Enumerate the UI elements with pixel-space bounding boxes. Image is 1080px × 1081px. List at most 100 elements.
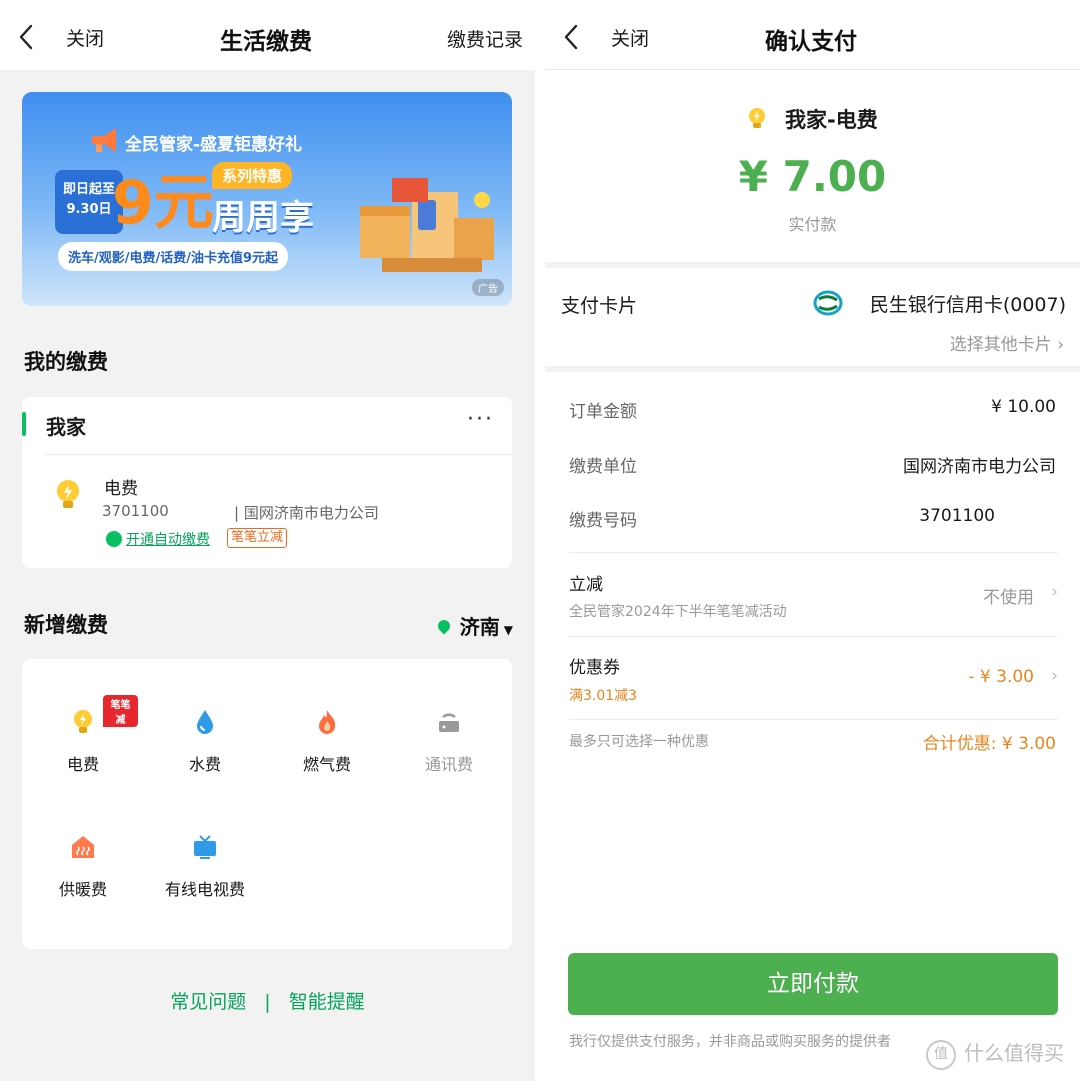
discount-value[interactable]: 不使用 [983,583,1034,608]
order-amount-value: ¥ 10.00 [991,397,1056,417]
promo-banner[interactable]: 全民管家-盛夏钜惠好礼 即日起至 9.30日 9元 系列特惠 周周享 洗车/观影… [22,92,512,306]
my-bills-title: 我的缴费 [24,350,108,374]
chevron-right-icon[interactable]: › [1051,582,1058,602]
coupon-value[interactable]: - ¥ 3.00 [968,667,1034,687]
enable-auto-pay-link[interactable]: 开通自动缴费 [106,529,210,549]
bill-type-label: 有线电视费 [164,880,245,899]
bill-type-gas[interactable]: 燃气费 [272,707,382,775]
payee-name: 我家-电费 [785,108,878,132]
more-options-button[interactable]: ··· [467,407,494,432]
bill-type-label: 供暖费 [58,880,107,899]
payment-disclaimer: 我行仅提供支付服务，并非商品或购买服务的提供者 [569,1034,891,1050]
city-selector[interactable]: 济南 ▼ [435,611,513,640]
bill-number: 3701100 [102,502,169,520]
bill-payment-panel: 关闭 生活缴费 缴费记录 全民管家-盛夏钜惠好礼 即日起至 9.30日 9元 系… [0,0,535,1081]
payment-number-label: 缴费号码 [569,511,637,531]
bill-company: | 国网济南市电力公司 [234,504,379,522]
smart-reminder-link[interactable]: 智能提醒 [289,991,365,1013]
bill-type-heating[interactable]: 供暖费 [28,832,138,900]
bill-type-telecom[interactable]: 通讯费 [394,707,504,775]
home-name: 我家 [46,415,86,439]
bill-type-label: 燃气费 [302,755,351,774]
chevron-right-icon[interactable]: › [1051,666,1058,686]
router-icon [439,713,459,732]
watermark: 值什么值得买 [926,1037,1064,1070]
bill-type-grid: 电费 笔笔减 水费 燃气费 通讯费 供暖费 有线电视费 [22,659,512,949]
promo-tag: 笔笔立减 [227,528,288,548]
discount-campaign: 全民管家2024年下半年笔笔减活动 [569,604,787,620]
bulb-icon [749,108,765,128]
minsheng-bank-logo-icon [813,290,843,316]
pay-now-button[interactable]: 立即付款 [568,953,1058,1015]
faq-link[interactable]: 常见问题 [170,991,246,1013]
bill-name: 电费 [104,479,138,499]
row-divider [569,552,1058,553]
bill-type-label: 电费 [66,755,99,774]
left-navbar: 关闭 生活缴费 缴费记录 [0,0,535,70]
payment-unit-value: 国网济南市电力公司 [903,457,1056,477]
payment-history-link[interactable]: 缴费记录 [447,25,523,52]
card-accent-bar [22,412,26,436]
flame-icon [319,710,336,734]
bill-type-label: 水费 [188,755,221,774]
coupon-condition: 满3.01减3 [569,688,638,704]
banner-subtitle: 洗车/观影/电费/话费/油卡充值9元起 [58,242,289,271]
payment-number-value: 3701100 [919,506,995,526]
choose-other-card-link[interactable]: 选择其他卡片 › [950,330,1064,355]
home-bill-card[interactable]: 我家 ··· 电费 3701100 | 国网济南市电力公司 开通自动缴费 笔笔立… [22,397,512,568]
selected-bank-card[interactable]: 民生银行信用卡(0007) [870,290,1066,317]
banner-price: 9元 [112,168,214,238]
coupon-label: 优惠券 [569,658,620,678]
megaphone-icon [92,128,116,152]
row-divider [569,719,1058,720]
footer-separator: | [264,991,271,1013]
page-title: 生活缴费 [220,29,312,55]
order-amount-label: 订单金额 [569,402,637,422]
tv-icon [194,835,216,859]
banner-title: 全民管家-盛夏钜惠好礼 [125,135,303,155]
auto-pay-label: 开通自动缴费 [126,532,210,548]
gift-boxes-illustration [360,178,494,272]
bulb-icon [74,710,92,733]
confirm-payment-panel: 关闭 确认支付 我家-电费 ¥ 7.00 实付款 支付卡片 民生银行信用卡(00… [545,0,1080,1081]
total-discount: 合计优惠: ¥ 3.00 [922,734,1056,754]
watermark-logo: 值 [926,1039,956,1070]
bill-type-electricity[interactable]: 电费 笔笔减 [28,695,138,775]
section-gap [545,366,1080,372]
banner-weekly: 周周享 [212,198,314,238]
section-gap [545,262,1080,268]
bill-type-label: 通讯费 [424,755,473,774]
card-divider [44,454,512,455]
bill-type-water[interactable]: 水费 [150,707,260,775]
close-button[interactable]: 关闭 [611,24,649,51]
choose-other-card-label: 选择其他卡片 [949,335,1052,355]
heating-icon [72,836,94,858]
navbar-divider [545,69,1080,70]
chevron-right-icon: › [1057,335,1064,355]
page-title: 确认支付 [765,29,857,55]
ad-tag: 广告 [472,279,504,296]
payment-card-label: 支付卡片 [561,295,638,317]
back-arrow-icon[interactable] [14,22,40,52]
footer-links: 常见问题 | 智能提醒 [0,987,535,1014]
row-divider [569,636,1058,637]
location-pin-icon [435,617,453,635]
bill-type-cable-tv[interactable]: 有线电视费 [150,832,260,900]
discount-label: 立减 [569,575,603,595]
right-navbar: 关闭 确认支付 [545,0,1080,70]
add-bills-title: 新增缴费 [24,613,108,637]
panel-divider [535,0,545,1081]
payment-unit-label: 缴费单位 [569,457,637,477]
banner-series-tag: 系列特惠 [212,162,293,189]
discount-limit-note: 最多只可选择一种优惠 [569,734,709,750]
promo-badge: 笔笔减 [103,695,138,727]
pay-amount: ¥ 7.00 [738,152,887,201]
watermark-text: 什么值得买 [964,1041,1064,1065]
pay-amount-caption: 实付款 [788,215,837,234]
water-drop-icon [197,710,213,734]
caret-down-icon: ▼ [503,623,513,637]
close-button[interactable]: 关闭 [66,24,104,51]
back-arrow-icon[interactable] [559,22,585,52]
city-name: 济南 [459,615,500,639]
bulb-icon [57,480,79,508]
